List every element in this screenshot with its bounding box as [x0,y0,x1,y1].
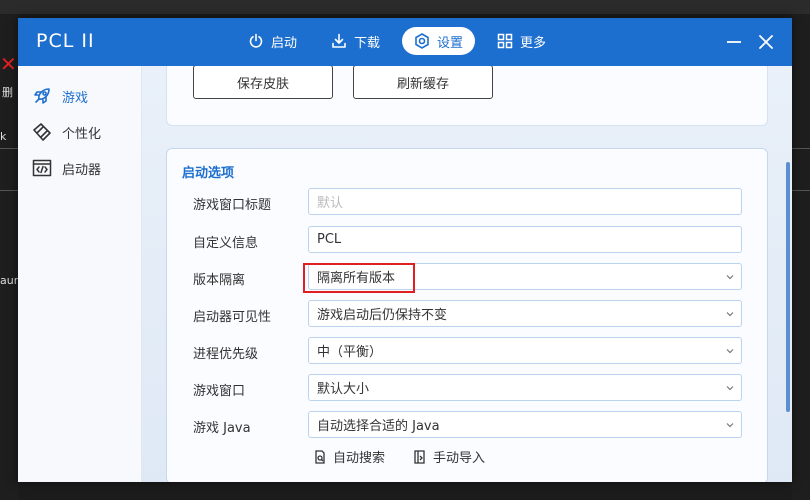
file-search-icon [315,449,325,464]
window-title-label: 游戏窗口标题 [193,198,272,213]
game-java-select[interactable]: 自动选择合适的 Java [308,411,742,438]
launcher-visibility-value: 游戏启动后仍保持不变 [317,308,448,323]
game-java-label: 游戏 Java [193,421,251,436]
sidebar-item-label: 启动器 [62,162,102,178]
settings-content: 保存皮肤 刷新缓存 启动选项 游戏窗口标题 默认 自定义信息 PCL 版本隔离 … [142,66,792,482]
minimize-button[interactable] [724,32,744,52]
sidebar-item-launcher[interactable]: 启动器 [18,150,141,186]
game-window-value: 默认大小 [317,382,370,397]
nav-settings-label: 设置 [437,35,464,51]
manual-import-label: 手动导入 [433,451,486,466]
desktop-text-fragment: k [0,130,7,143]
game-window-label: 游戏窗口 [193,384,246,399]
nav-download-button[interactable]: 下载 [319,27,392,55]
process-priority-label: 进程优先级 [193,347,259,362]
save-skin-button[interactable]: 保存皮肤 [193,66,333,99]
auto-search-button[interactable]: 自动搜索 [313,447,385,466]
title-bar: PCL II 启动 下载 设置 更多 [18,18,792,66]
process-priority-value: 中（平衡） [317,345,383,360]
top-nav: 启动 下载 设置 更多 [236,27,558,55]
desktop-divider [792,190,810,191]
launch-options-card: 启动选项 游戏窗口标题 默认 自定义信息 PCL 版本隔离 隔离所有版本 启动器… [166,148,768,482]
code-window-icon [32,159,52,177]
launcher-visibility-select[interactable]: 游戏启动后仍保持不变 [308,300,742,327]
desktop-divider [792,148,810,149]
power-icon [249,33,263,48]
launcher-visibility-label: 启动器可见性 [193,310,272,325]
custom-info-value: PCL [317,232,342,247]
sidebar-item-game[interactable]: 游戏 [18,78,141,114]
process-priority-select[interactable]: 中（平衡） [308,337,742,364]
chevron-down-icon [726,423,734,428]
refresh-cache-button[interactable]: 刷新缓存 [353,66,493,99]
version-isolation-select[interactable]: 隔离所有版本 [308,263,742,290]
nav-more-button[interactable]: 更多 [485,27,558,55]
sidebar: 游戏 个性化 启动器 [18,66,142,482]
close-button[interactable] [756,32,776,52]
pcl-window: PCL II 启动 下载 设置 更多 游戏 个性化 启动器 保存皮肤 刷新缓存 … [18,18,792,482]
custom-info-input[interactable]: PCL [308,226,742,253]
import-icon [414,449,425,464]
desktop-right-strip [792,14,810,500]
desktop-top-bar [0,0,810,14]
window-title-placeholder: 默认 [317,196,344,211]
desktop-text-fragment: 删 [2,86,13,99]
manual-import-button[interactable]: 手动导入 [413,447,485,466]
grid-icon [497,33,513,49]
sidebar-item-personalize[interactable]: 个性化 [18,114,141,150]
card-title: 启动选项 [182,166,235,181]
minimize-icon [727,41,741,43]
nav-settings-button[interactable]: 设置 [402,27,476,55]
game-java-value: 自动选择合适的 Java [317,419,440,434]
chevron-down-icon [726,386,734,391]
gear-icon [415,33,429,49]
auto-search-label: 自动搜索 [333,451,386,466]
close-icon: ✕ [0,52,17,76]
game-window-select[interactable]: 默认大小 [308,374,742,401]
desktop-divider [0,190,18,191]
desktop-divider [0,148,18,149]
download-icon [332,33,346,48]
nav-launch-button[interactable]: 启动 [236,27,309,55]
window-title-input[interactable]: 默认 [308,188,742,215]
version-isolation-label: 版本隔离 [193,273,246,288]
nav-more-label: 更多 [520,35,547,51]
chevron-down-icon [726,275,734,280]
version-isolation-value: 隔离所有版本 [317,271,396,286]
brush-icon [33,123,51,141]
rocket-icon [34,88,50,104]
sidebar-item-label: 游戏 [62,90,89,106]
chevron-down-icon [726,312,734,317]
sidebar-item-label: 个性化 [62,126,102,142]
skin-card: 保存皮肤 刷新缓存 [166,66,768,126]
app-title: PCL II [36,30,95,52]
chevron-down-icon [726,349,734,354]
content-scrollbar[interactable] [786,162,790,412]
nav-download-label: 下载 [354,35,381,51]
nav-launch-label: 启动 [271,35,298,51]
close-icon [759,35,773,49]
custom-info-label: 自定义信息 [193,236,259,251]
